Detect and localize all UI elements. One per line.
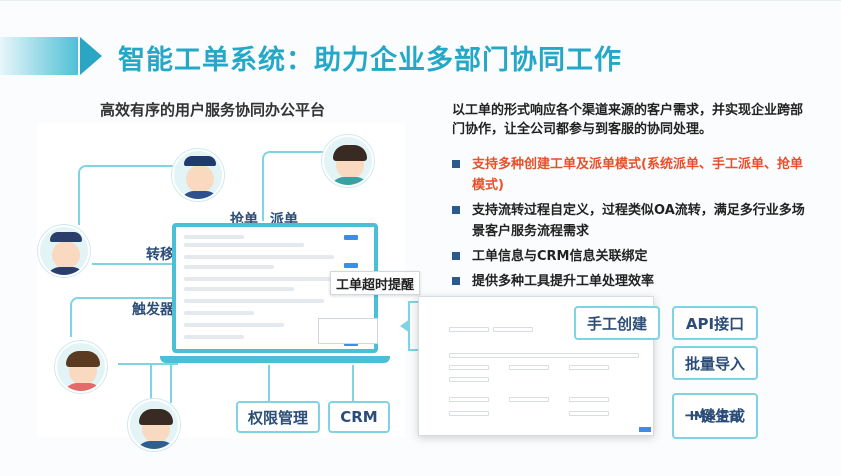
agent-avatar-icon: [55, 341, 107, 393]
title-chevron-icon: [80, 37, 102, 75]
feature-text: 工单信息与CRM信息关联绑定: [472, 249, 648, 264]
connector-line: [78, 165, 170, 225]
one-click-line2: IM&语音: [689, 408, 741, 423]
title-accent-bar: [0, 37, 78, 75]
connector-line: [170, 363, 172, 403]
feature-text: 提供多种工具提升工单处理效率: [472, 274, 655, 289]
bullet-square-icon: [452, 206, 460, 214]
label-transfer: 转移: [146, 247, 174, 263]
feature-item: 工单信息与CRM信息关联绑定: [452, 246, 812, 267]
permission-management-box: 权限管理: [236, 401, 320, 433]
feature-text: 支持流转过程自定义，过程类似OA流转，满足多行业多场景客户服务流程需求: [472, 203, 805, 239]
screen-stand: [160, 356, 390, 363]
agent-avatar-icon: [322, 135, 374, 187]
crm-box: CRM: [328, 401, 390, 433]
connector-line: [150, 363, 152, 401]
agent-avatar-icon: [38, 225, 90, 277]
connector-line: [268, 365, 270, 401]
connector-line: [118, 363, 178, 365]
timeout-alert-label: 工单超时提醒: [330, 271, 420, 295]
label-trigger: 触发器: [132, 302, 174, 318]
left-heading: 高效有序的用户服务协同办公平台: [100, 101, 326, 119]
feature-text: 支持多种创建工单及派单模式(系统派单、手工派单、抢单模式): [472, 157, 803, 193]
arrow-left-icon: [400, 319, 410, 333]
bullet-square-icon: [452, 160, 460, 168]
manual-create-button: 手工创建: [574, 306, 660, 340]
feature-item: 支持流转过程自定义，过程类似OA流转，满足多行业多场景客户服务流程需求: [452, 200, 812, 242]
feature-list: 支持多种创建工单及派单模式(系统派单、手工派单、抢单模式) 支持流转过程自定义，…: [452, 154, 812, 296]
slide: 智能工单系统：助力企业多部门协同工作 高效有序的用户服务协同办公平台 抢单 派单…: [0, 0, 841, 476]
bullet-square-icon: [452, 252, 460, 260]
agent-avatar-icon: [128, 399, 180, 451]
agent-avatar-icon: [172, 149, 224, 201]
feature-item: 支持多种创建工单及派单模式(系统派单、手工派单、抢单模式): [452, 154, 812, 196]
batch-import-button: 批量导入: [672, 346, 758, 380]
api-interface-button: API接口: [672, 306, 758, 340]
description-text: 以工单的形式响应各个渠道来源的客户需求，并实现企业跨部门协作，让全公司都参与到客…: [452, 103, 804, 137]
slide-title: 智能工单系统：助力企业多部门协同工作: [118, 45, 622, 76]
mini-popup: [318, 318, 378, 344]
one-click-generate-button: 一键生成 IM&语音: [672, 393, 758, 439]
connector-line: [352, 365, 354, 401]
bullet-square-icon: [452, 277, 460, 285]
feature-item: 提供多种工具提升工单处理效率: [452, 271, 812, 292]
